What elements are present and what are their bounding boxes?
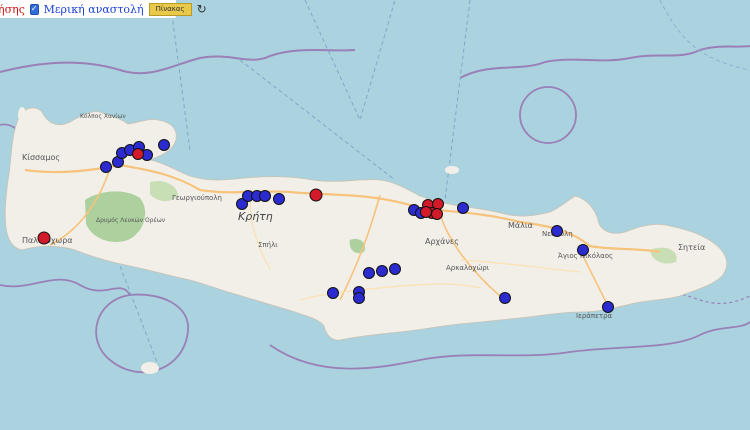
map-marker-blue[interactable] <box>602 301 614 313</box>
place-label-georgioupoli: Γεωργιούπολη <box>172 194 222 202</box>
map-marker-red[interactable] <box>132 148 144 160</box>
map-marker-red[interactable] <box>309 188 323 202</box>
map-marker-blue[interactable] <box>499 292 511 304</box>
map-marker-red[interactable] <box>420 206 432 218</box>
place-label-spili: Σπήλι <box>258 241 278 249</box>
map-marker-blue[interactable] <box>259 190 271 202</box>
map-marker-blue[interactable] <box>363 267 375 279</box>
toolbar-truncated-label: ήσης <box>0 2 25 16</box>
table-button[interactable]: Πίνακας <box>148 2 192 16</box>
place-label-arkalochori: Αρκαλοχώρι <box>446 264 490 272</box>
island-label: Κρήτη <box>238 210 273 223</box>
place-label-kissamos: Κίσσαμος <box>22 153 60 162</box>
map-canvas[interactable]: Κίσσαμος Κόλπος Χανίων Δρυμός Λευκών Ορέ… <box>0 0 750 430</box>
map-marker-blue[interactable] <box>376 265 388 277</box>
place-label-sitia: Σητεία <box>678 243 705 252</box>
map-marker-red[interactable] <box>431 208 443 220</box>
map-toolbar: ήσης ✓ Μερική αναστολή Πίνακας ↻ <box>0 0 207 18</box>
map-marker-blue[interactable] <box>327 287 339 299</box>
place-label-kolpos-chanion: Κόλπος Χανίων <box>80 113 126 120</box>
map-marker-blue[interactable] <box>353 292 365 304</box>
map-marker-blue[interactable] <box>457 202 469 214</box>
refresh-icon[interactable]: ↻ <box>197 3 207 15</box>
place-label-ierapetra: Ιεράπετρα <box>576 312 613 320</box>
map-marker-blue[interactable] <box>158 139 170 151</box>
map-marker-red[interactable] <box>37 231 51 245</box>
partial-suspension-label[interactable]: Μερική αναστολή <box>44 3 144 16</box>
map-marker-blue[interactable] <box>100 161 112 173</box>
map-marker-blue[interactable] <box>551 225 563 237</box>
place-label-archanes: Αρχάνες <box>425 237 459 246</box>
map-marker-blue[interactable] <box>273 193 285 205</box>
map-marker-blue[interactable] <box>389 263 401 275</box>
place-label-malia: Μάλια <box>508 221 533 230</box>
map-marker-blue[interactable] <box>577 244 589 256</box>
place-label-dasos: Δρυμός Λευκών Ορέων <box>96 217 166 224</box>
partial-suspension-checkbox[interactable]: ✓ <box>29 3 39 15</box>
